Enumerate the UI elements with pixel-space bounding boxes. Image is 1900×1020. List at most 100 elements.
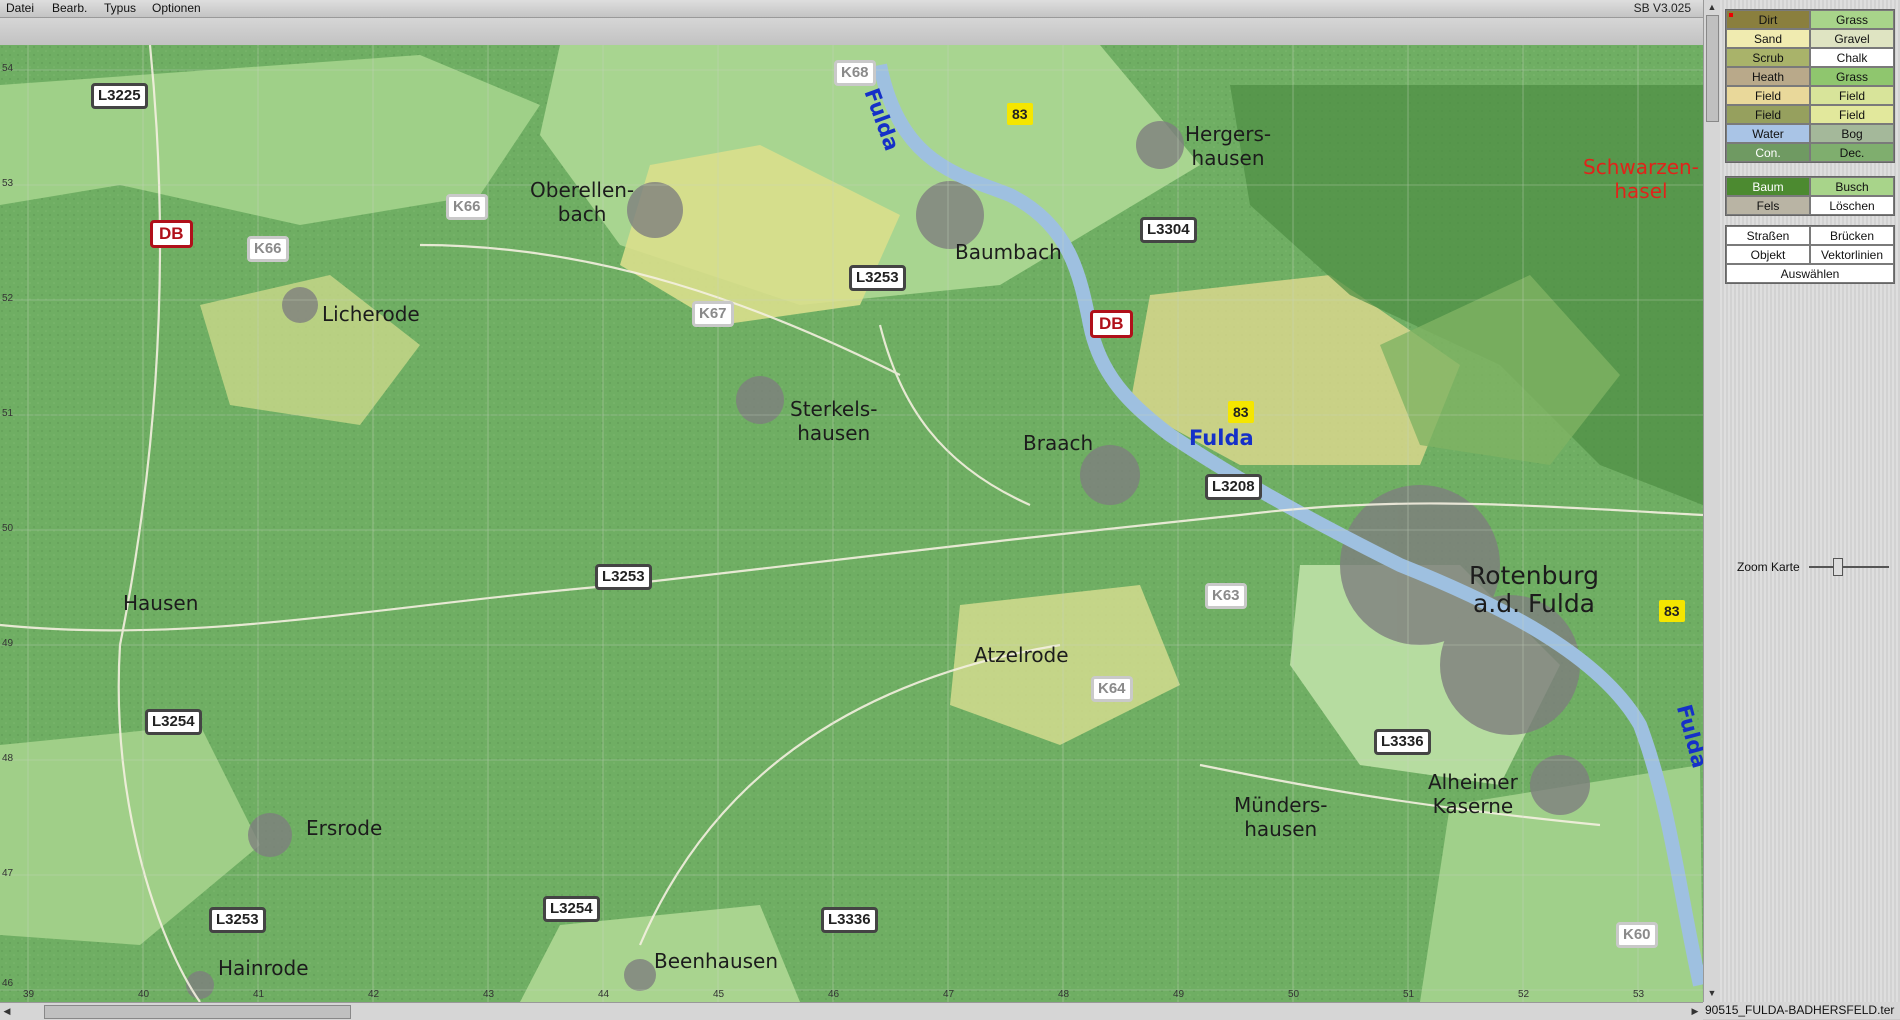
road-label-k67: K67	[692, 301, 734, 327]
grid-label-bottom: 40	[138, 989, 150, 1000]
road-label-k60: K60	[1616, 922, 1658, 948]
terrain-grass-button[interactable]: Grass	[1810, 67, 1894, 86]
grid-label-bottom: 50	[1288, 989, 1300, 1000]
road-label-l3208: L3208	[1205, 474, 1262, 500]
road-label-l3336: L3336	[1374, 729, 1431, 755]
place-atzelrode: Atzelrode	[974, 643, 1069, 667]
grid-label-left: 47	[2, 868, 14, 879]
grid-label-bottom: 49	[1173, 989, 1185, 1000]
grid-label-bottom: 43	[483, 989, 495, 1000]
place-sterkelshausen: Sterkels- hausen	[790, 397, 878, 445]
road-label-l3253: L3253	[595, 564, 652, 590]
zoom-slider-thumb[interactable]	[1833, 558, 1843, 576]
vegetation-busch-button[interactable]: Busch	[1810, 177, 1894, 196]
terrain-field-button[interactable]: Field	[1810, 105, 1894, 124]
terrain-water-button[interactable]: Water	[1726, 124, 1810, 143]
zoom-slider-track[interactable]	[1809, 566, 1889, 568]
grid-label-bottom: 41	[253, 989, 265, 1000]
terrain-field-button[interactable]: Field	[1726, 86, 1810, 105]
scroll-down-icon[interactable]: ▼	[1706, 987, 1718, 999]
road-label-l3225: L3225	[91, 83, 148, 109]
road-label-k66: K66	[247, 236, 289, 262]
grid-label-bottom: 44	[598, 989, 610, 1000]
terrain-map	[0, 45, 1703, 1002]
place-beenhausen: Beenhausen	[654, 949, 779, 973]
river-label-fulda: Fulda	[1189, 426, 1254, 450]
terrain-dec--button[interactable]: Dec.	[1810, 143, 1894, 162]
menu-optionen[interactable]: Optionen	[152, 1, 201, 15]
rail-label-db: DB	[1090, 310, 1133, 338]
toolbar-strip	[0, 18, 1703, 46]
grid-label-bottom: 53	[1633, 989, 1645, 1000]
grid-label-bottom: 47	[943, 989, 955, 1000]
scroll-up-icon[interactable]: ▲	[1706, 1, 1718, 13]
horizontal-scroll-thumb[interactable]	[44, 1005, 351, 1019]
road-label-l3336: L3336	[821, 907, 878, 933]
tool-vektorlinien-button[interactable]: Vektorlinien	[1810, 245, 1894, 264]
terrain-con--button[interactable]: Con.	[1726, 143, 1810, 162]
place-hausen: Hausen	[123, 591, 199, 615]
selected-marker	[1729, 13, 1733, 17]
grid-label-left: 54	[2, 63, 14, 74]
rail-label-db: DB	[150, 220, 193, 248]
place-rotenburg: Rotenburg a.d. Fulda	[1469, 561, 1599, 618]
grid-label-left: 51	[2, 408, 14, 419]
version-label: SB V3.025	[1633, 1, 1691, 15]
tool-objekt-button[interactable]: Objekt	[1726, 245, 1810, 264]
zoom-label: Zoom Karte	[1737, 560, 1800, 574]
vertical-scrollbar[interactable]: ▲ ▼	[1703, 0, 1720, 1002]
terrain-palette: Dirt Grass Sand Gravel Scrub Chalk Heath Grass F…	[1725, 9, 1895, 163]
vegetation-baum-button[interactable]: Baum	[1726, 177, 1810, 196]
terrain-sand-button[interactable]: Sand	[1726, 29, 1810, 48]
place-licherode: Licherode	[322, 302, 420, 326]
grid-label-left: 50	[2, 523, 14, 534]
grid-label-left: 48	[2, 753, 14, 764]
grid-label-bottom: 48	[1058, 989, 1070, 1000]
menu-bearb[interactable]: Bearb.	[52, 1, 87, 15]
road-label-k64: K64	[1091, 676, 1133, 702]
vegetation-palette: Baum Busch Fels Löschen	[1725, 176, 1895, 216]
terrain-grass-button[interactable]: Grass	[1810, 10, 1894, 29]
terrain-dirt-button[interactable]: Dirt	[1726, 10, 1810, 29]
tool-auswahlen-button[interactable]: Auswählen	[1726, 264, 1894, 283]
place-braach: Braach	[1023, 431, 1094, 455]
menu-bar: Datei Bearb. Typus Optionen SB V3.025	[0, 0, 1703, 18]
scroll-left-icon[interactable]: ◀	[1, 1005, 13, 1017]
place-ersrode: Ersrode	[306, 816, 383, 840]
tools-palette: Straßen Brücken Objekt Vektorlinien Ausw…	[1725, 225, 1895, 284]
place-alheimer-kaserne: Alheimer Kaserne	[1428, 770, 1518, 818]
grid-label-bottom: 51	[1403, 989, 1415, 1000]
tool-brucken-button[interactable]: Brücken	[1810, 226, 1894, 245]
road-label-k68: K68	[834, 60, 876, 86]
terrain-heath-button[interactable]: Heath	[1726, 67, 1810, 86]
vegetation-fels-button[interactable]: Fels	[1726, 196, 1810, 215]
road-label-l3253: L3253	[849, 265, 906, 291]
vegetation-löschen-button[interactable]: Löschen	[1810, 196, 1894, 215]
terrain-field-button[interactable]: Field	[1810, 86, 1894, 105]
tool-strassen-button[interactable]: Straßen	[1726, 226, 1810, 245]
grid-label-left: 49	[2, 638, 14, 649]
menu-typus[interactable]: Typus	[104, 1, 136, 15]
road-label-k66: K66	[446, 194, 488, 220]
grid-label-left: 53	[2, 178, 14, 189]
grid-label-bottom: 45	[713, 989, 725, 1000]
place-hainrode: Hainrode	[218, 956, 309, 980]
road-label-l3253: L3253	[209, 907, 266, 933]
horizontal-scrollbar[interactable]: ◀ ▶	[0, 1002, 1703, 1020]
menu-datei[interactable]: Datei	[6, 1, 34, 15]
terrain-field-button[interactable]: Field	[1726, 105, 1810, 124]
place-schwarzenhasel: Schwarzen- hasel	[1583, 155, 1699, 203]
vertical-scroll-thumb[interactable]	[1706, 15, 1719, 122]
terrain-scrub-button[interactable]: Scrub	[1726, 48, 1810, 67]
road-label-k63: K63	[1205, 583, 1247, 609]
road-label-b83: 83	[1228, 401, 1254, 423]
terrain-chalk-button[interactable]: Chalk	[1810, 48, 1894, 67]
map-canvas[interactable]: 54 53 52 51 50 49 48 47 46 39 40 41 42 4…	[0, 45, 1703, 1002]
road-label-b83: 83	[1659, 600, 1685, 622]
terrain-bog-button[interactable]: Bog	[1810, 124, 1894, 143]
status-filename: 90515_FULDA-BADHERSFELD.ter	[1703, 1002, 1900, 1019]
place-hergershausen: Hergers- hausen	[1185, 122, 1272, 170]
terrain-gravel-button[interactable]: Gravel	[1810, 29, 1894, 48]
scroll-right-icon[interactable]: ▶	[1689, 1005, 1701, 1017]
grid-label-bottom: 39	[23, 989, 35, 1000]
